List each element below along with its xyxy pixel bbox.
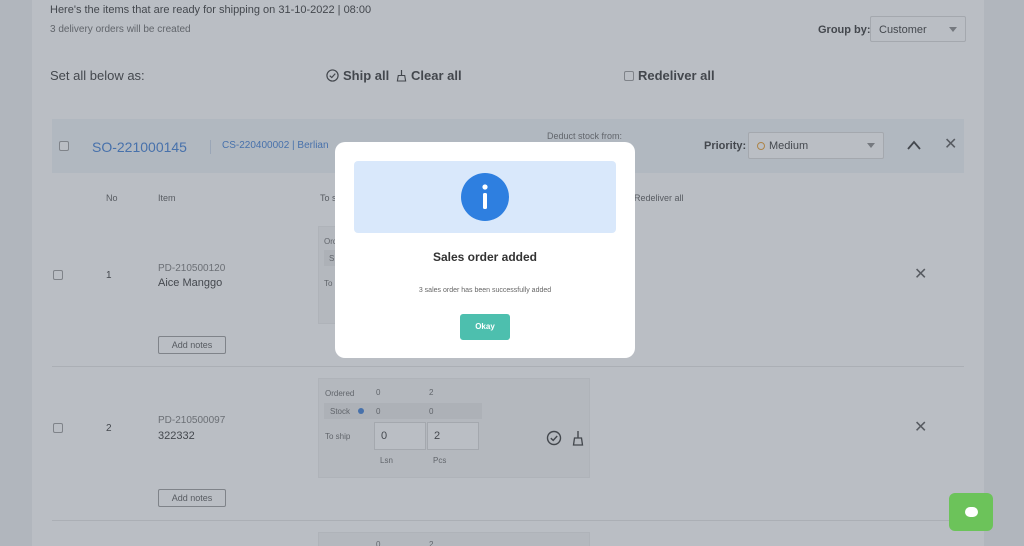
chat-icon — [965, 507, 978, 517]
okay-button[interactable]: Okay — [460, 314, 510, 340]
dialog-title: Sales order added — [432, 250, 538, 264]
success-dialog: Sales order added 3 sales order has been… — [335, 142, 635, 358]
chat-widget-button[interactable] — [949, 493, 993, 531]
dialog-banner — [354, 161, 616, 233]
info-glyph-icon — [482, 184, 488, 209]
info-icon — [461, 173, 509, 221]
dialog-message: 3 sales order has been successfully adde… — [418, 287, 552, 294]
